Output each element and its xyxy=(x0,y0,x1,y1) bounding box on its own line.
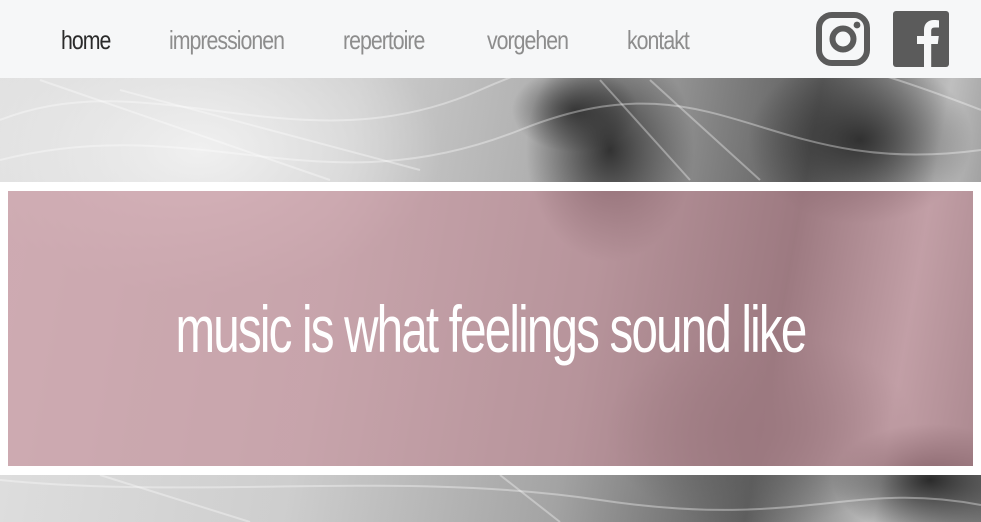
hero-frame-top xyxy=(0,182,981,191)
hero-tagline: music is what feelings sound like xyxy=(175,291,808,366)
hero-frame-bottom xyxy=(0,466,981,475)
facebook-icon[interactable] xyxy=(893,11,949,67)
hero-frame-right xyxy=(973,182,981,475)
hero-frame-left xyxy=(0,182,8,475)
hero-tagline-wrapper: music is what feelings sound like xyxy=(8,191,973,466)
nav-item-repertoire[interactable]: repertoire xyxy=(343,22,425,58)
navigation-bar: home impressionen repertoire vorgehen ko… xyxy=(0,0,981,78)
instagram-icon[interactable] xyxy=(815,11,871,67)
nav-item-vorgehen[interactable]: vorgehen xyxy=(487,22,569,58)
hero-banner: music is what feelings sound like xyxy=(8,191,973,466)
nav-item-impressionen[interactable]: impressionen xyxy=(169,22,285,58)
nav-item-home[interactable]: home xyxy=(61,22,111,58)
nav-item-kontakt[interactable]: kontakt xyxy=(627,22,690,58)
